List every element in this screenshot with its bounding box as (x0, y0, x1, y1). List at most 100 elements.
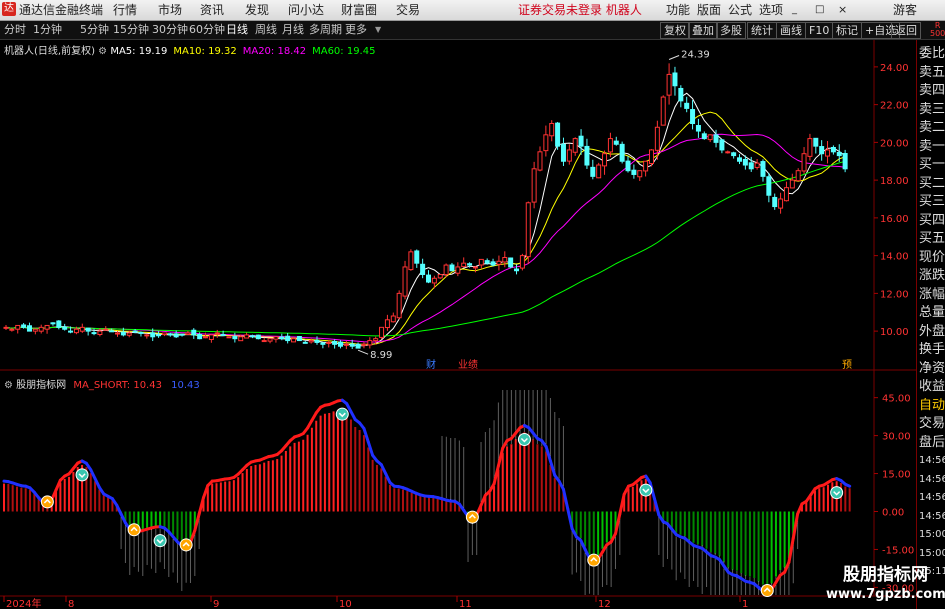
candle (631, 169, 637, 175)
quote-panel-item[interactable]: 卖五 (919, 65, 945, 81)
quote-panel-item[interactable]: 14:56 (919, 490, 945, 506)
candle (478, 258, 484, 266)
quote-panel-item[interactable]: 总量 (919, 305, 945, 321)
quote-panel-item[interactable]: 外盘 (919, 324, 945, 340)
menu-item-market2[interactable]: 市场 (158, 2, 182, 18)
candle (373, 338, 379, 342)
quote-panel-item[interactable]: 换手 (919, 342, 945, 358)
indicator-settings-icon[interactable]: ⚙ (4, 380, 16, 391)
candle (26, 325, 32, 332)
candle (267, 338, 273, 342)
period-tab-15min[interactable]: 15分钟 (113, 23, 149, 37)
quote-panel-item[interactable]: 收益 (919, 379, 945, 395)
candle (783, 187, 789, 202)
ind-y-tick-label: 15.00 (882, 470, 911, 481)
quote-panel-item[interactable]: 净资 (919, 361, 945, 377)
draw-button[interactable]: 画线 (776, 22, 806, 39)
menu-bar: 达 通达信金融终端 行情 市场 资讯 发现 问小达 财富圈 交易 证券交易未登录… (0, 0, 945, 21)
quote-panel-item[interactable]: 委比 (919, 46, 945, 62)
quote-panel-item[interactable]: 卖三 (919, 102, 945, 118)
quote-panel-item[interactable]: 买一 (919, 157, 945, 173)
period-tab-60min[interactable]: 60分钟 (189, 23, 225, 37)
adjust-button[interactable]: 复权 (660, 22, 690, 39)
candle (226, 336, 232, 339)
menu-item-trade[interactable]: 交易 (396, 2, 420, 18)
menu-item-discover[interactable]: 发现 (245, 2, 269, 18)
candle (91, 332, 97, 335)
panel-header[interactable]: R 500 (930, 22, 945, 38)
period-tab-weekly[interactable]: 周线 (255, 23, 277, 37)
quote-panel-item[interactable]: 现价 (919, 250, 945, 266)
candle (238, 336, 244, 342)
candle (220, 334, 226, 337)
stats-button[interactable]: 统计 (747, 22, 777, 39)
candle (842, 153, 848, 170)
settings-icon[interactable]: ⚙ (98, 46, 110, 57)
login-notice[interactable]: 证券交易未登录 机器人 (518, 2, 642, 18)
menu-item-news[interactable]: 资讯 (200, 2, 224, 18)
indicator-line-value: 10.43 (171, 380, 200, 391)
candle (695, 125, 701, 132)
quote-panel-item[interactable]: 14:56 (919, 453, 945, 469)
menu-item-formula[interactable]: 公式 (728, 2, 752, 18)
candle (719, 139, 725, 151)
overlay-button[interactable]: 叠加 (688, 22, 718, 39)
candle (502, 257, 508, 263)
quote-panel-item[interactable]: 卖二 (919, 120, 945, 136)
candle (197, 333, 203, 340)
quote-panel-item[interactable]: 涨跌 (919, 268, 945, 284)
quote-panel-item[interactable]: 卖一 (919, 139, 945, 155)
quote-panel-item[interactable]: 买五 (919, 231, 945, 247)
quote-panel-item[interactable]: 交易 (919, 416, 945, 432)
candle (490, 261, 496, 266)
quote-panel-item[interactable]: 14:56 (919, 472, 945, 488)
period-tab-daily[interactable]: 日线 (226, 23, 248, 37)
period-tab-1min[interactable]: 1分钟 (33, 23, 62, 37)
candle (144, 334, 150, 337)
quote-panel-item[interactable]: 自动 (919, 398, 945, 414)
quote-panel-item[interactable]: 15:00 (919, 527, 945, 543)
guest-label[interactable]: 游客 (893, 2, 917, 18)
quote-panel-item[interactable]: 14:56 (919, 509, 945, 525)
quote-panel-item[interactable]: 15:00 (919, 546, 945, 562)
menu-item-wealth[interactable]: 财富圈 (341, 2, 377, 18)
period-tab-30min[interactable]: 30分钟 (152, 23, 188, 37)
close-button[interactable]: × (838, 2, 847, 18)
f10-button[interactable]: F10 (805, 22, 834, 39)
quote-panel-item[interactable]: 卖四 (919, 83, 945, 99)
candle (85, 327, 91, 332)
candle (420, 263, 426, 276)
candle (15, 324, 21, 330)
menu-item-market[interactable]: 行情 (113, 2, 137, 18)
quote-panel-item[interactable]: 买四 (919, 213, 945, 229)
candle (443, 264, 449, 276)
candle (185, 332, 191, 335)
maximize-button[interactable]: □ (815, 2, 824, 18)
period-tab-monthly[interactable]: 月线 (282, 23, 304, 37)
menu-item-function[interactable]: 功能 (666, 2, 690, 18)
period-tab-multi[interactable]: 多周期 (309, 23, 342, 37)
mark-button[interactable]: 标记 (832, 22, 862, 39)
quote-panel-item[interactable]: 盘后 (919, 435, 945, 451)
back-button[interactable]: 返回 (891, 22, 921, 39)
period-tab-timeshare[interactable]: 分时 (4, 23, 26, 37)
multi-stock-button[interactable]: 多股 (716, 22, 746, 39)
candle (825, 149, 831, 157)
period-tab-more[interactable]: 更多 (345, 23, 367, 37)
candle (560, 143, 566, 162)
chevron-down-icon[interactable]: ▼ (375, 23, 381, 37)
ma-short-line (843, 482, 852, 488)
quote-panel-item[interactable]: 买三 (919, 194, 945, 210)
candle (279, 336, 285, 340)
minimize-button[interactable]: _ (792, 2, 797, 18)
ma60-line (5, 160, 846, 337)
chart-area[interactable]: 24.0022.0020.0018.0016.0014.0012.0010.00… (0, 40, 916, 609)
menu-item-layout[interactable]: 版面 (697, 2, 721, 18)
menu-item-options[interactable]: 选项 (759, 2, 783, 18)
quote-panel-item[interactable]: 涨幅 (919, 287, 945, 303)
menu-item-ask[interactable]: 问小达 (288, 2, 324, 18)
period-tab-5min[interactable]: 5分钟 (80, 23, 109, 37)
candle (549, 123, 555, 137)
quote-panel-item[interactable]: 买二 (919, 176, 945, 192)
candle (291, 338, 297, 343)
